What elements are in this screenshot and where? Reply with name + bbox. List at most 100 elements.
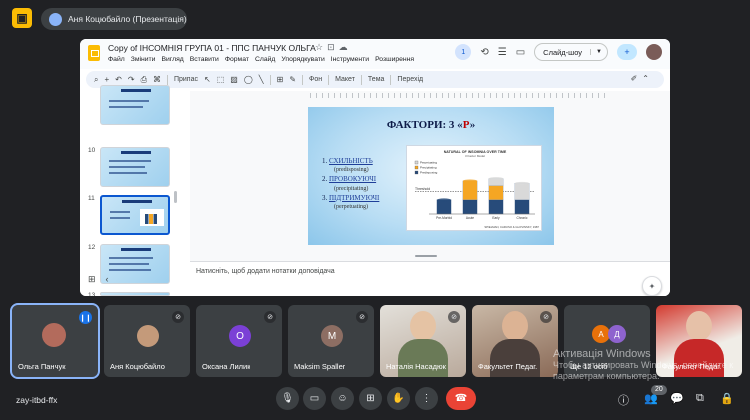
camera-toggle-icon[interactable]: ▭	[303, 387, 326, 410]
line-icon[interactable]: ╲	[259, 75, 264, 84]
image-icon[interactable]: ▨	[230, 75, 238, 84]
meeting-controls: zay-itbd-ffx 🎙 ▭ ☺ ⊞ ✋ ⋮ ☎ ⓘ 👥 💬 ⧉ 🔒	[0, 386, 750, 420]
notes-resize-handle[interactable]	[415, 255, 437, 257]
history-icon[interactable]: ⟲	[480, 47, 488, 58]
chevron-down-icon[interactable]: ▼	[590, 49, 607, 55]
presented-screen: Copy of ІНСОМНІЯ ГРУПА 01 - ППС ПАНЧУК О…	[80, 39, 670, 296]
slide-canvas: ФАКТОРИ: 3 «Р» 1. СХИЛЬНІСТЬ (predisposi…	[190, 91, 670, 296]
menu-insert[interactable]: Вставити	[190, 56, 219, 63]
participant-video-tile[interactable]: ⊘ Наталія Насадюк	[380, 305, 466, 377]
video-body	[490, 339, 540, 377]
paint-icon[interactable]: ✎	[289, 75, 296, 84]
participant-tile[interactable]: ❙❙ Ольга Панчук	[10, 303, 100, 379]
presenter-chip[interactable]: Аня Коцюбайло (Презентація)	[41, 8, 187, 30]
list-item-sub: (perpetuating)	[334, 204, 368, 211]
menu-extensions[interactable]: Розширення	[375, 56, 414, 63]
mic-off-icon: ⊘	[356, 311, 368, 323]
share-icon[interactable]: +	[617, 44, 637, 60]
paint-format-icon[interactable]: ⌘	[153, 75, 161, 84]
menu-file[interactable]: Файл	[108, 56, 125, 63]
more-options-icon[interactable]: ⋮	[415, 387, 438, 410]
menu-edit[interactable]: Змінити	[131, 56, 156, 63]
slideshow-button[interactable]: Слайд-шоу ▼	[534, 43, 608, 61]
print-icon[interactable]: ⎙	[141, 75, 147, 85]
camera-icon[interactable]: ▭	[516, 47, 525, 58]
document-title[interactable]: Copy of ІНСОМНІЯ ГРУПА 01 - ППС ПАНЧУК О…	[108, 43, 316, 53]
collapse-left-icon[interactable]: ‹	[106, 274, 119, 284]
select-icon[interactable]: ⬚	[217, 75, 225, 84]
participant-name: Оксана Лилик	[202, 362, 251, 371]
people-icon[interactable]: 👥	[644, 392, 658, 405]
zoom-select[interactable]: Припас	[174, 76, 198, 83]
menu-view[interactable]: Вигляд	[161, 56, 183, 63]
participant-tile[interactable]: ⊘ Аня Коцюбайло	[104, 305, 190, 377]
cursor-icon[interactable]: ↖	[204, 75, 211, 84]
present-screen-icon[interactable]: ⊞	[359, 387, 382, 410]
slide-thumbnail[interactable]	[100, 85, 170, 125]
bar-segment	[514, 199, 530, 215]
info-icon[interactable]: ⓘ	[618, 392, 629, 408]
chat-icon[interactable]: 💬	[670, 392, 684, 405]
presentation-icon[interactable]: ▣	[12, 8, 32, 28]
search-icon[interactable]: ⌕	[94, 75, 98, 85]
toolbar-layout[interactable]: Макет	[335, 76, 355, 83]
raise-hand-icon[interactable]: ✋	[387, 387, 410, 410]
star-icon[interactable]: ☆	[315, 42, 327, 52]
presenter-avatar	[49, 12, 62, 26]
move-icon[interactable]: ⊡	[327, 42, 339, 52]
chart-subtitle: 3 Factor Model	[465, 154, 485, 158]
menu-format[interactable]: Формат	[225, 56, 249, 63]
emoji-icon[interactable]: ☺	[331, 387, 354, 410]
pen-icon[interactable]: ✐	[631, 74, 643, 83]
menu-slide[interactable]: Слайд	[255, 56, 275, 63]
participant-tile[interactable]: M ⊘ Maksim Spaller	[288, 305, 374, 377]
collapse-icon[interactable]: ⌃	[642, 74, 654, 83]
explore-icon[interactable]: ✦	[642, 276, 662, 296]
current-slide[interactable]: ФАКТОРИ: 3 «Р» 1. СХИЛЬНІСТЬ (predisposi…	[308, 107, 554, 245]
legend-label: Perpetuating	[420, 161, 437, 165]
host-controls-icon[interactable]: 🔒	[720, 392, 734, 405]
mic-icon[interactable]: 🎙	[276, 387, 299, 410]
cloud-icon[interactable]: ☁	[339, 42, 352, 52]
meeting-code: zay-itbd-ffx	[16, 395, 58, 405]
filmstrip-scrollbar[interactable]	[174, 191, 177, 203]
undo-icon[interactable]: ↶	[115, 75, 122, 84]
category-label: Acute	[466, 216, 474, 220]
redo-icon[interactable]: ↷	[128, 75, 135, 84]
thumb-number: 10	[88, 147, 96, 154]
thumb-number: 13	[88, 292, 96, 296]
activities-icon[interactable]: ⧉	[696, 392, 704, 405]
toolbar-theme[interactable]: Тема	[368, 76, 384, 83]
top-bar: ▣ Аня Коцюбайло (Презентація)	[0, 0, 750, 38]
grid-view-icon[interactable]: ⊞	[88, 274, 106, 284]
menu-arrange[interactable]: Упорядкувати	[281, 56, 324, 63]
shape-icon[interactable]: ◯	[244, 75, 253, 84]
slide-title: ФАКТОРИ: 3 «Р»	[386, 119, 476, 131]
participant-name: Факультет Педаг.	[478, 362, 538, 371]
participant-video-tile[interactable]: ⊘ Факультет Педаг.	[472, 305, 558, 377]
slides-logo-icon	[88, 45, 100, 61]
comments-icon[interactable]: ☰	[498, 47, 507, 58]
speaker-notes[interactable]: Натисніть, щоб додати нотатки доповідача…	[190, 261, 670, 296]
list-item-sub: (predisposing)	[334, 167, 369, 174]
mic-off-icon: ⊘	[540, 311, 552, 323]
participant-tile[interactable]: О ⊘ Оксана Лилик	[196, 305, 282, 377]
slide-thumbnail[interactable]	[100, 147, 170, 187]
slide-thumbnail-selected[interactable]	[100, 195, 170, 235]
comment-add-icon[interactable]: ⊞	[277, 75, 284, 84]
slide-thumbnail[interactable]	[100, 292, 170, 296]
bar-segment	[514, 183, 530, 200]
user-avatar[interactable]	[646, 44, 662, 60]
bar-segment	[462, 180, 478, 200]
activity-badge[interactable]: 1	[455, 44, 472, 60]
toolbar-background[interactable]: Фон	[309, 76, 322, 83]
avatar	[42, 323, 66, 347]
bar-segment	[488, 185, 504, 200]
video-face	[686, 311, 712, 341]
toolbar-transition[interactable]: Перехід	[397, 76, 423, 83]
video-body	[398, 339, 448, 377]
video-face	[502, 311, 528, 341]
end-call-icon[interactable]: ☎	[446, 387, 476, 410]
add-icon[interactable]: +	[104, 75, 109, 84]
menu-tools[interactable]: Інструменти	[331, 56, 369, 63]
